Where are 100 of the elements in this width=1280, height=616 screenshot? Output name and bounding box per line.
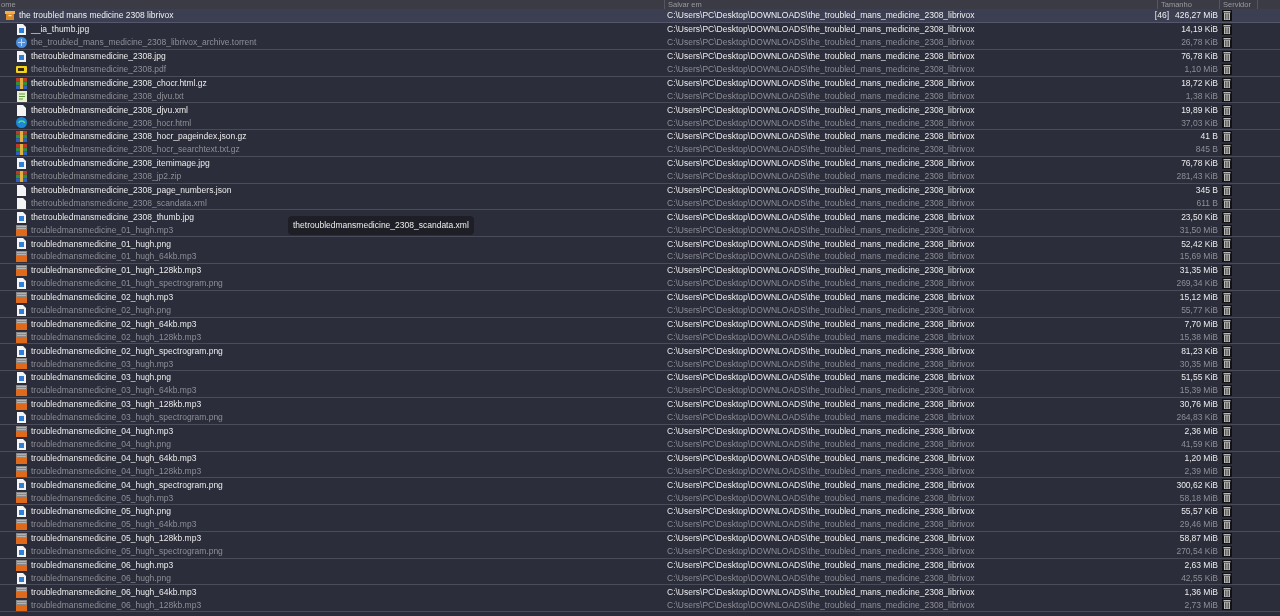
file-row[interactable]: troubledmansmedicine_06_hugh.png C:\Users\PC\Desktop\DOWNLOADS\the_troubled_mans_medicine_2308_librivox 42,55 KiB [0, 572, 1280, 586]
file-row[interactable]: troubledmansmedicine_04_hugh.png C:\Users\PC\Desktop\DOWNLOADS\the_troubled_mans_medicine_2308_librivox 41,59 KiB [0, 438, 1280, 452]
file-row[interactable]: troubledmansmedicine_01_hugh.png C:\Users\PC\Desktop\DOWNLOADS\the_troubled_mans_medicine_2308_librivox 52,42 KiB [0, 237, 1280, 251]
file-row[interactable]: troubledmansmedicine_02_hugh_spectrogram.png C:\Users\PC\Desktop\DOWNLOADS\the_troubled_mans_medicine_2308_librivox 81,23 KiB [0, 344, 1280, 358]
trash-icon[interactable] [1222, 184, 1232, 196]
save-path: C:\Users\PC\Desktop\DOWNLOADS\the_troubled_mans_medicine_2308_librivox [667, 305, 975, 316]
file-name: troubledmansmedicine_01_hugh_64kb.mp3 [31, 250, 197, 264]
trash-icon[interactable] [1222, 104, 1232, 116]
trash-icon[interactable] [1222, 278, 1232, 290]
file-size: 2,39 MiB [1184, 464, 1218, 478]
file-row[interactable]: thetroubledmansmedicine_2308_djvu.xml C:\Users\PC\Desktop\DOWNLOADS\the_troubled_mans_medicine_2308_librivox 19,89 KiB [0, 103, 1280, 117]
file-row[interactable]: thetroubledmansmedicine_2308.jpg C:\Users\PC\Desktop\DOWNLOADS\the_troubled_mans_medicine_2308_librivox 76,78 KiB [0, 49, 1280, 64]
file-row[interactable]: troubledmansmedicine_06_hugh_64kb.mp3 C:\Users\PC\Desktop\DOWNLOADS\the_troubled_mans_medicine_2308_librivox 1,36 MiB [0, 585, 1280, 599]
file-row[interactable]: the_troubled_mans_medicine_2308_librivox_archive.torrent C:\Users\PC\Desktop\DOWNLOADS\the_troubled_mans_medicine_2308_librivox 26,78 KiB [0, 36, 1280, 50]
trash-icon[interactable] [1222, 452, 1232, 464]
file-row[interactable]: troubledmansmedicine_04_hugh_64kb.mp3 C:\Users\PC\Desktop\DOWNLOADS\the_troubled_mans_medicine_2308_librivox 1,20 MiB [0, 451, 1280, 465]
file-row[interactable]: troubledmansmedicine_02_hugh_64kb.mp3 C:\Users\PC\Desktop\DOWNLOADS\the_troubled_mans_medicine_2308_librivox 7,70 MiB [0, 317, 1280, 331]
audio-file-icon [16, 224, 27, 236]
file-row[interactable]: thetroubledmansmedicine_2308_jp2.zip C:\Users\PC\Desktop\DOWNLOADS\the_troubled_mans_medicine_2308_librivox 281,43 KiB [0, 170, 1280, 184]
file-row[interactable]: troubledmansmedicine_02_hugh_128kb.mp3 C:\Users\PC\Desktop\DOWNLOADS\the_troubled_mans_medicine_2308_librivox 15,38 MiB [0, 331, 1280, 345]
file-row[interactable]: troubledmansmedicine_01_hugh_128kb.mp3 C:\Users\PC\Desktop\DOWNLOADS\the_troubled_mans_medicine_2308_librivox 31,35 MiB [0, 264, 1280, 278]
trash-icon[interactable] [1222, 399, 1232, 411]
trash-icon[interactable] [1222, 77, 1232, 89]
group-row[interactable]: the troubled mans medicine 2308 librivox C:\Users\PC\Desktop\DOWNLOADS\the_troubled_mans_medicine_2308_librivox [46] 426,27 MiB [0, 9, 1280, 23]
trash-icon[interactable] [1222, 345, 1232, 357]
file-row[interactable]: troubledmansmedicine_04_hugh_spectrogram.png C:\Users\PC\Desktop\DOWNLOADS\the_troubled_mans_medicine_2308_librivox 300,62 KiB [0, 478, 1280, 492]
file-row[interactable]: troubledmansmedicine_03_hugh.mp3 C:\Users\PC\Desktop\DOWNLOADS\the_troubled_mans_medicine_2308_librivox 30,35 MiB [0, 357, 1280, 372]
file-name: thetroubledmansmedicine_2308_hocr_searchtext.txt.gz [31, 143, 240, 157]
file-row[interactable]: thetroubledmansmedicine_2308_itemimage.jpg C:\Users\PC\Desktop\DOWNLOADS\the_troubled_mans_medicine_2308_librivox 76,78 KiB [0, 156, 1280, 171]
trash-icon[interactable] [1222, 292, 1232, 303]
file-row[interactable]: thetroubledmansmedicine_2308_scandata.xml C:\Users\PC\Desktop\DOWNLOADS\the_troubled_mans_medicine_2308_librivox 611 B [0, 197, 1280, 211]
file-row[interactable]: troubledmansmedicine_05_hugh.mp3 C:\Users\PC\Desktop\DOWNLOADS\the_troubled_mans_medicine_2308_librivox 58,18 MiB [0, 491, 1280, 506]
file-row[interactable]: troubledmansmedicine_04_hugh_128kb.mp3 C:\Users\PC\Desktop\DOWNLOADS\the_troubled_mans_medicine_2308_librivox 2,39 MiB [0, 464, 1280, 479]
trash-icon[interactable] [1222, 506, 1232, 518]
trash-icon[interactable] [1222, 131, 1232, 143]
file-size: 1,36 MiB [1184, 585, 1218, 599]
trash-icon[interactable] [1222, 372, 1232, 384]
trash-icon[interactable] [1222, 90, 1232, 102]
file-row[interactable]: thetroubledmansmedicine_2308_hocr_pageindex.json.gz C:\Users\PC\Desktop\DOWNLOADS\the_troubled_mans_medicine_2308_librivox 41 B [0, 130, 1280, 144]
file-row[interactable]: thetroubledmansmedicine_2308_hocr.html C:\Users\PC\Desktop\DOWNLOADS\the_troubled_mans_medicine_2308_librivox 37,03 KiB [0, 116, 1280, 131]
trash-icon[interactable] [1222, 24, 1232, 36]
trash-icon[interactable] [1222, 599, 1232, 611]
file-row[interactable]: troubledmansmedicine_03_hugh.png C:\Users\PC\Desktop\DOWNLOADS\the_troubled_mans_medicine_2308_librivox 51,55 KiB [0, 371, 1280, 385]
trash-icon[interactable] [1222, 251, 1232, 263]
trash-icon[interactable] [1222, 425, 1232, 437]
audio-file-icon [16, 318, 27, 330]
trash-icon[interactable] [1222, 586, 1232, 598]
trash-icon[interactable] [1222, 438, 1232, 450]
file-row[interactable]: thetroubledmansmedicine_2308_page_numbers.json C:\Users\PC\Desktop\DOWNLOADS\the_troubled_mans_medicine_2308_librivox 345 B [0, 183, 1280, 198]
file-row[interactable]: troubledmansmedicine_05_hugh_128kb.mp3 C:\Users\PC\Desktop\DOWNLOADS\the_troubled_mans_medicine_2308_librivox 58,87 MiB [0, 531, 1280, 546]
file-row[interactable]: troubledmansmedicine_06_hugh.mp3 C:\Users\PC\Desktop\DOWNLOADS\the_troubled_mans_medicine_2308_librivox 2,63 MiB [0, 558, 1280, 572]
trash-icon[interactable] [1222, 492, 1232, 504]
trash-icon[interactable] [1222, 533, 1232, 545]
trash-icon[interactable] [1222, 158, 1232, 170]
file-row[interactable]: troubledmansmedicine_01_hugh_spectrogram.png C:\Users\PC\Desktop\DOWNLOADS\the_troubled_mans_medicine_2308_librivox 269,34 KiB [0, 277, 1280, 291]
file-row[interactable]: __ia_thumb.jpg C:\Users\PC\Desktop\DOWNLOADS\the_troubled_mans_medicine_2308_librivox 14,19 KiB [0, 23, 1280, 37]
file-row[interactable]: troubledmansmedicine_05_hugh_64kb.mp3 C:\Users\PC\Desktop\DOWNLOADS\the_troubled_mans_medicine_2308_librivox 29,46 MiB [0, 518, 1280, 532]
trash-icon[interactable] [1222, 50, 1232, 62]
trash-icon[interactable] [1222, 171, 1232, 182]
trash-icon[interactable] [1222, 559, 1232, 571]
file-row[interactable]: troubledmansmedicine_03_hugh_128kb.mp3 C:\Users\PC\Desktop\DOWNLOADS\the_troubled_mans_medicine_2308_librivox 30,76 MiB [0, 397, 1280, 412]
trash-icon[interactable] [1222, 265, 1232, 277]
save-path: C:\Users\PC\Desktop\DOWNLOADS\the_troubled_mans_medicine_2308_librivox [667, 37, 975, 48]
file-row[interactable]: thetroubledmansmedicine_2308_djvu.txt C:\Users\PC\Desktop\DOWNLOADS\the_troubled_mans_medicine_2308_librivox 1,38 KiB [0, 89, 1280, 104]
file-row[interactable]: thetroubledmansmedicine_2308.pdf C:\Users\PC\Desktop\DOWNLOADS\the_troubled_mans_medicine_2308_librivox 1,10 MiB [0, 63, 1280, 77]
trash-icon[interactable] [1222, 318, 1232, 330]
file-size: 611 B [1196, 196, 1218, 210]
trash-icon[interactable] [1222, 224, 1232, 236]
file-name: thetroubledmansmedicine_2308_thumb.jpg [31, 210, 195, 224]
trash-icon[interactable] [1222, 519, 1232, 531]
file-row[interactable]: thetroubledmansmedicine_2308_hocr_searchtext.txt.gz C:\Users\PC\Desktop\DOWNLOADS\the_troubled_mans_medicine_2308_librivox 845 B [0, 143, 1280, 157]
file-row[interactable]: troubledmansmedicine_03_hugh_spectrogram.png C:\Users\PC\Desktop\DOWNLOADS\the_troubled_mans_medicine_2308_librivox 264,83 KiB [0, 411, 1280, 425]
trash-icon[interactable] [1222, 358, 1232, 370]
trash-icon[interactable] [1222, 37, 1232, 49]
file-row[interactable]: troubledmansmedicine_03_hugh_64kb.mp3 C:\Users\PC\Desktop\DOWNLOADS\the_troubled_mans_medicine_2308_librivox 15,39 MiB [0, 384, 1280, 398]
trash-icon[interactable] [1222, 10, 1232, 21]
trash-icon[interactable] [1222, 465, 1232, 477]
file-row[interactable]: troubledmansmedicine_01_hugh_64kb.mp3 C:\Users\PC\Desktop\DOWNLOADS\the_troubled_mans_medicine_2308_librivox 15,69 MiB [0, 250, 1280, 265]
file-row[interactable]: troubledmansmedicine_02_hugh.png C:\Users\PC\Desktop\DOWNLOADS\the_troubled_mans_medicine_2308_librivox 55,77 KiB [0, 304, 1280, 318]
trash-icon[interactable] [1222, 211, 1232, 223]
trash-icon[interactable] [1222, 479, 1232, 491]
save-path: C:\Users\PC\Desktop\DOWNLOADS\the_troubled_mans_medicine_2308_librivox [667, 117, 975, 128]
trash-icon[interactable] [1222, 572, 1232, 584]
file-row[interactable]: troubledmansmedicine_05_hugh_spectrogram.png C:\Users\PC\Desktop\DOWNLOADS\the_troubled_mans_medicine_2308_librivox 270,54 KiB [0, 545, 1280, 559]
trash-icon[interactable] [1222, 545, 1232, 557]
trash-icon[interactable] [1222, 63, 1232, 75]
file-row[interactable]: troubledmansmedicine_06_hugh_128kb.mp3 C:\Users\PC\Desktop\DOWNLOADS\the_troubled_mans_medicine_2308_librivox 2,73 MiB [0, 598, 1280, 613]
trash-icon[interactable] [1222, 197, 1232, 209]
trash-icon[interactable] [1222, 412, 1232, 423]
image-file-icon [17, 304, 26, 316]
trash-icon[interactable] [1222, 385, 1232, 397]
trash-icon[interactable] [1222, 117, 1232, 129]
file-row[interactable]: troubledmansmedicine_04_hugh.mp3 C:\Users\PC\Desktop\DOWNLOADS\the_troubled_mans_medicine_2308_librivox 2,36 MiB [0, 424, 1280, 439]
trash-icon[interactable] [1222, 304, 1232, 316]
file-row[interactable]: thetroubledmansmedicine_2308_chocr.html.gz C:\Users\PC\Desktop\DOWNLOADS\the_troubled_mans_medicine_2308_librivox 18,72 KiB [0, 76, 1280, 90]
file-row[interactable]: troubledmansmedicine_02_hugh.mp3 C:\Users\PC\Desktop\DOWNLOADS\the_troubled_mans_medicine_2308_librivox 15,12 MiB [0, 290, 1280, 305]
trash-icon[interactable] [1222, 238, 1232, 250]
file-row[interactable]: troubledmansmedicine_05_hugh.png C:\Users\PC\Desktop\DOWNLOADS\the_troubled_mans_medicine_2308_librivox 55,57 KiB [0, 505, 1280, 519]
trash-icon[interactable] [1222, 331, 1232, 343]
trash-icon[interactable] [1222, 144, 1232, 156]
